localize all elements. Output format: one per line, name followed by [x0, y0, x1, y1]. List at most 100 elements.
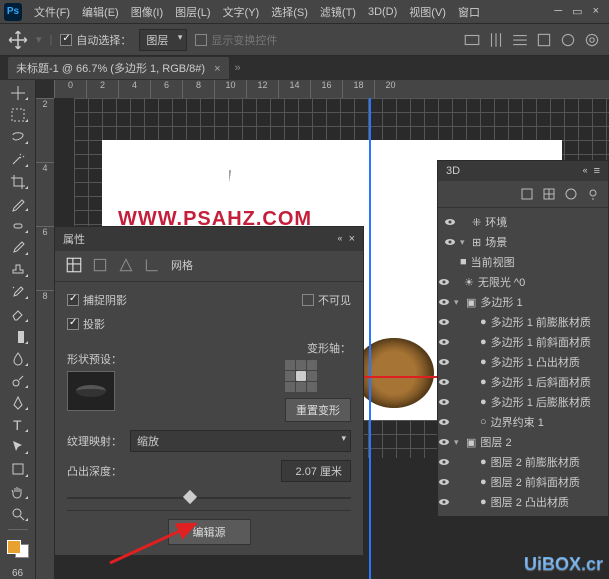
- tools-panel: T 66: [0, 80, 36, 579]
- window-close-icon[interactable]: ×: [593, 5, 599, 18]
- eye-icon[interactable]: [444, 216, 456, 228]
- tree-row[interactable]: ●图层 2 前膨胀材质: [438, 452, 608, 472]
- stamp-tool[interactable]: [6, 261, 30, 279]
- hand-tool[interactable]: [6, 483, 30, 501]
- menu-image[interactable]: 图像(I): [125, 4, 169, 20]
- zoom-tool[interactable]: [6, 505, 30, 523]
- mesh-tab-icon[interactable]: [65, 257, 83, 273]
- show-transform-checkbox[interactable]: 显示变换控件: [195, 32, 277, 48]
- deform-axis-label: 变形轴：: [285, 340, 351, 356]
- tab-close-icon[interactable]: ×: [214, 63, 220, 75]
- tree-row[interactable]: ●多边形 1 后斜面材质: [438, 372, 608, 392]
- move-tool[interactable]: [6, 84, 30, 102]
- tree-row[interactable]: ▾⊞场景: [438, 232, 608, 252]
- document-tab[interactable]: 未标题-1 @ 66.7% (多边形 1, RGB/8#) ×: [8, 57, 229, 79]
- panel-collapse-icon[interactable]: «: [338, 233, 343, 245]
- subtab-label: 网格: [171, 257, 193, 273]
- filter-all-icon[interactable]: [520, 187, 534, 201]
- ruler-vertical[interactable]: 2468: [36, 98, 54, 579]
- window-minimize-icon[interactable]: ─: [554, 5, 562, 18]
- tree-row[interactable]: ☀无限光 ^0: [438, 272, 608, 292]
- capture-shadow-checkbox[interactable]: 捕捉阴影: [67, 292, 127, 308]
- healing-tool[interactable]: [6, 217, 30, 235]
- invisible-checkbox[interactable]: 不可见: [302, 292, 351, 308]
- blur-tool[interactable]: [6, 350, 30, 368]
- light-gizmo-icon[interactable]: [219, 173, 239, 193]
- tree-row[interactable]: ▾▣多边形 1: [438, 292, 608, 312]
- svg-text:T: T: [13, 417, 22, 433]
- tree-row[interactable]: ●多边形 1 凸出材质: [438, 352, 608, 372]
- menu-window[interactable]: 窗口: [452, 4, 486, 20]
- eraser-tool[interactable]: [6, 305, 30, 323]
- move-tool-preset-icon[interactable]: [8, 30, 28, 50]
- tree-row[interactable]: ▾▣图层 2: [438, 432, 608, 452]
- align-icon[interactable]: [463, 31, 481, 49]
- texture-mapping-label: 纹理映射：: [67, 433, 122, 449]
- pen-tool[interactable]: [6, 394, 30, 412]
- tree-row[interactable]: ●多边形 1 后膨胀材质: [438, 392, 608, 412]
- tree-row[interactable]: ●多边形 1 前斜面材质: [438, 332, 608, 352]
- type-tool[interactable]: T: [6, 416, 30, 434]
- gradient-tool[interactable]: [6, 328, 30, 346]
- 3d-panel-title[interactable]: 3D: [446, 165, 460, 177]
- guide-vertical[interactable]: [369, 98, 371, 579]
- panel-close-icon[interactable]: ×: [349, 233, 355, 245]
- tab-overflow-icon[interactable]: »: [235, 62, 241, 74]
- cap-tab-icon[interactable]: [117, 257, 135, 273]
- tree-row[interactable]: ⁜环境: [438, 212, 608, 232]
- shape-tool[interactable]: [6, 460, 30, 478]
- eyedropper-tool[interactable]: [6, 195, 30, 213]
- menu-select[interactable]: 选择(S): [265, 4, 314, 20]
- deform-tab-icon[interactable]: [91, 257, 109, 273]
- menu-filter[interactable]: 滤镜(T): [314, 4, 362, 20]
- properties-panel-title[interactable]: 属性: [63, 231, 85, 247]
- menu-file[interactable]: 文件(F): [28, 4, 76, 20]
- filter-material-icon[interactable]: [564, 187, 578, 201]
- tree-row[interactable]: ○边界约束 1: [438, 412, 608, 432]
- mode-icon[interactable]: [583, 31, 601, 49]
- color-swatches[interactable]: [7, 540, 29, 558]
- tree-row[interactable]: ●多边形 1 前膨胀材质: [438, 312, 608, 332]
- filter-mesh-icon[interactable]: [542, 187, 556, 201]
- extrude-depth-value[interactable]: 2.07 厘米: [281, 460, 351, 482]
- document-title: 未标题-1 @ 66.7% (多边形 1, RGB/8#): [16, 63, 205, 75]
- auto-select-label: 自动选择：: [76, 32, 131, 48]
- crop-tool[interactable]: [6, 173, 30, 191]
- marquee-tool[interactable]: [6, 106, 30, 124]
- filter-light-icon[interactable]: [586, 187, 600, 201]
- foreground-color[interactable]: [7, 540, 21, 554]
- path-select-tool[interactable]: [6, 438, 30, 456]
- window-restore-icon[interactable]: ▭: [572, 5, 582, 18]
- panel-menu-icon[interactable]: ≡: [594, 165, 600, 177]
- tree-row[interactable]: ■当前视图: [438, 252, 608, 272]
- panel-collapse-icon[interactable]: «: [583, 165, 588, 177]
- auto-select-target-dropdown[interactable]: 图层: [139, 29, 187, 51]
- mode-icon[interactable]: [535, 31, 553, 49]
- extrude-depth-slider[interactable]: [67, 490, 351, 506]
- menu-edit[interactable]: 编辑(E): [76, 4, 125, 20]
- lasso-tool[interactable]: [6, 128, 30, 146]
- menu-3d[interactable]: 3D(D): [362, 6, 403, 18]
- tree-row[interactable]: ●图层 2 前斜面材质: [438, 472, 608, 492]
- cast-shadow-checkbox[interactable]: 投影: [67, 316, 105, 332]
- texture-mapping-dropdown[interactable]: 缩放: [130, 430, 351, 452]
- tree-row[interactable]: ●图层 2 凸出材质: [438, 492, 608, 512]
- align-icon[interactable]: [487, 31, 505, 49]
- align-icon[interactable]: [511, 31, 529, 49]
- menu-view[interactable]: 视图(V): [403, 4, 452, 20]
- menu-layer[interactable]: 图层(L): [169, 4, 216, 20]
- dodge-tool[interactable]: [6, 372, 30, 390]
- history-brush-tool[interactable]: [6, 283, 30, 301]
- brush-tool[interactable]: [6, 239, 30, 257]
- reset-deform-button[interactable]: 重置变形: [285, 398, 351, 422]
- ruler-horizontal[interactable]: 02468101214161820: [54, 80, 609, 98]
- menu-type[interactable]: 文字(Y): [217, 4, 266, 20]
- auto-select-checkbox[interactable]: 自动选择：: [60, 32, 131, 48]
- 3d-scene-tree: ⁜环境 ▾⊞场景 ■当前视图 ☀无限光 ^0 ▾▣多边形 1 ●多边形 1 前膨…: [438, 208, 608, 516]
- deform-axis-grid[interactable]: [285, 360, 351, 392]
- shape-preset-picker[interactable]: [67, 371, 115, 411]
- magic-wand-tool[interactable]: [6, 150, 30, 168]
- slider-thumb[interactable]: [183, 490, 197, 504]
- mode-icon[interactable]: [559, 31, 577, 49]
- coord-tab-icon[interactable]: [143, 257, 161, 273]
